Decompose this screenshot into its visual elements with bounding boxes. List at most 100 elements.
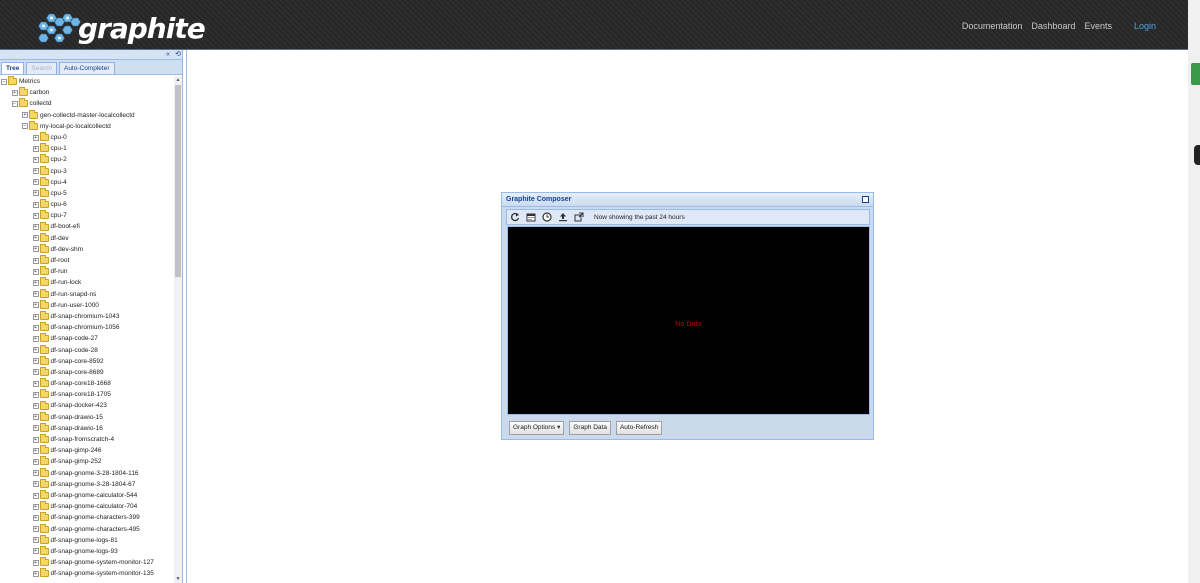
expand-node-icon[interactable]: + <box>32 257 39 264</box>
nav-documentation-link[interactable]: Documentation <box>962 21 1023 31</box>
tree-node[interactable]: + df-snap-drawio-16 <box>0 422 174 434</box>
tree-node[interactable]: + df-snap-gnome-calculator-544 <box>0 490 174 501</box>
tree-node[interactable]: + df-snap-gnome-system-monitor-135 <box>0 568 174 579</box>
expand-node-icon[interactable]: + <box>32 481 39 488</box>
sidebar-splitter[interactable] <box>183 50 187 583</box>
tree-node[interactable]: + df-snap-core-8689 <box>0 366 174 378</box>
graph-data-button[interactable]: Graph Data <box>569 421 611 435</box>
tree-node[interactable]: + cpu-0 <box>0 132 174 143</box>
expand-node-icon[interactable]: + <box>32 470 39 477</box>
tree-node[interactable]: + df-snap-gimp-252 <box>0 456 174 467</box>
maximize-icon[interactable] <box>862 196 869 203</box>
collapse-icon[interactable]: « <box>164 51 172 59</box>
tree-node[interactable]: + cpu-1 <box>0 143 174 154</box>
tree-node[interactable]: + df-snap-core18-1668 <box>0 378 174 389</box>
tab-auto-completer[interactable]: Auto-Completer <box>58 62 115 74</box>
tree-node[interactable]: + df-run-snapd-ns <box>0 288 174 300</box>
expand-node-icon[interactable]: + <box>32 156 39 163</box>
nav-events-link[interactable]: Events <box>1084 21 1112 31</box>
tree-node[interactable]: − my-local-pc-localcollectd <box>0 120 174 132</box>
tree-node[interactable]: + df-root <box>0 255 174 266</box>
tree-node[interactable]: + df-snap-gimp-246 <box>0 445 174 456</box>
scroll-down-icon[interactable]: ▼ <box>174 575 182 583</box>
expand-node-icon[interactable]: + <box>32 458 39 465</box>
expand-node-icon[interactable]: + <box>32 414 39 421</box>
expand-node-icon[interactable]: + <box>32 526 39 533</box>
tree-node[interactable]: − collectd <box>0 98 174 109</box>
tab-tree[interactable]: Tree <box>1 62 25 74</box>
collapse-node-icon[interactable]: − <box>11 100 18 107</box>
collapse-node-icon[interactable]: − <box>1 78 7 85</box>
expand-node-icon[interactable]: + <box>32 447 39 454</box>
expand-node-icon[interactable]: + <box>11 89 18 96</box>
upload-icon[interactable] <box>557 211 569 223</box>
tree-node[interactable]: + df-dev <box>0 232 174 244</box>
calendar-icon[interactable] <box>525 211 537 223</box>
tree-node[interactable]: + df-snap-chromium-1043 <box>0 311 174 322</box>
graph-options-button[interactable]: Graph Options ▾ <box>509 421 565 435</box>
tree-scrollbar[interactable]: ▲ ▼ <box>174 76 182 583</box>
tree-node[interactable]: + carbon <box>0 87 174 98</box>
expand-node-icon[interactable]: + <box>22 112 28 119</box>
expand-node-icon[interactable]: + <box>32 492 39 499</box>
auto-refresh-button[interactable]: Auto-Refresh <box>615 421 663 435</box>
tree-node[interactable]: + df-run-user-1000 <box>0 299 174 311</box>
tree-node[interactable]: + df-snap-gnome-system-monitor-127 <box>0 557 174 568</box>
tree-node[interactable]: + df-snap-code-28 <box>0 344 174 356</box>
expand-node-icon[interactable]: + <box>32 570 39 577</box>
tree-node[interactable]: + df-snap-core18-1705 <box>0 389 174 400</box>
share-icon[interactable] <box>573 211 585 223</box>
expand-node-icon[interactable]: + <box>32 268 39 275</box>
expand-node-icon[interactable]: + <box>32 324 39 331</box>
tree-node[interactable]: − Metrics <box>0 76 174 87</box>
tree-node[interactable]: + df-run-lock <box>0 277 174 288</box>
nav-login-link[interactable]: Login <box>1134 21 1156 31</box>
expand-node-icon[interactable]: + <box>32 212 39 219</box>
expand-node-icon[interactable]: + <box>32 391 39 398</box>
expand-node-icon[interactable]: + <box>32 425 39 432</box>
tree-node[interactable]: + df-snap-drawio-15 <box>0 411 174 423</box>
expand-node-icon[interactable]: + <box>32 403 39 410</box>
expand-node-icon[interactable]: + <box>32 302 39 309</box>
tree-node[interactable]: + cpu-7 <box>0 210 174 221</box>
tree-node[interactable]: + df-snap-chromium-1056 <box>0 322 174 333</box>
tree-node[interactable]: + df-snap-docker-423 <box>0 400 174 411</box>
expand-node-icon[interactable]: + <box>32 335 39 342</box>
expand-node-icon[interactable]: + <box>32 514 39 521</box>
expand-node-icon[interactable]: + <box>32 201 39 208</box>
tree-node[interactable]: + df-snap-gnome-characters-495 <box>0 523 174 535</box>
scroll-up-icon[interactable]: ▲ <box>174 76 182 84</box>
tree-node[interactable]: + df-snap-gnome-3-28-1804-116 <box>0 467 174 479</box>
tab-search[interactable]: Search <box>26 62 57 74</box>
tree-node[interactable]: + df-snap-gnome-logs-93 <box>0 545 174 557</box>
expand-node-icon[interactable]: + <box>32 313 39 320</box>
clock-icon[interactable] <box>541 211 553 223</box>
tree-node[interactable]: + df-boot-efi <box>0 221 174 232</box>
expand-node-icon[interactable]: + <box>32 503 39 510</box>
tree-node[interactable]: + cpu-5 <box>0 187 174 199</box>
tree-node[interactable]: + df-snap-gnome-characters-399 <box>0 512 174 523</box>
expand-node-icon[interactable]: + <box>32 235 39 242</box>
tree-node[interactable]: + df-snap-fromscratch-4 <box>0 434 174 445</box>
tree-node[interactable]: + gen-collectd-master-localcollectd <box>0 109 174 121</box>
tree-node[interactable]: + df-snap-code-27 <box>0 333 174 344</box>
expand-node-icon[interactable]: + <box>32 347 39 354</box>
tree-node[interactable]: + df-run <box>0 266 174 277</box>
expand-node-icon[interactable]: + <box>32 190 39 197</box>
composer-title-bar[interactable]: Graphite Composer <box>502 193 873 207</box>
nav-dashboard-link[interactable]: Dashboard <box>1031 21 1075 31</box>
tree-node[interactable]: + cpu-3 <box>0 165 174 177</box>
tree-node[interactable]: + df-snap-gnome-logs-81 <box>0 534 174 546</box>
tree-node[interactable]: + cpu-2 <box>0 154 174 165</box>
tree-node[interactable]: + cpu-4 <box>0 176 174 188</box>
tree-node[interactable]: + df-dev-shm <box>0 243 174 255</box>
expand-node-icon[interactable]: + <box>32 179 39 186</box>
refresh-icon[interactable] <box>509 211 521 223</box>
expand-node-icon[interactable]: + <box>32 291 39 298</box>
expand-node-icon[interactable]: + <box>32 358 39 365</box>
tree-node[interactable]: + df-snap-gnome-calculator-704 <box>0 501 174 512</box>
graph-canvas[interactable]: No Data <box>507 226 870 415</box>
expand-node-icon[interactable]: + <box>32 380 39 387</box>
tree-node[interactable]: + df-snap-core-8592 <box>0 355 174 367</box>
collapse-node-icon[interactable]: − <box>22 123 28 130</box>
